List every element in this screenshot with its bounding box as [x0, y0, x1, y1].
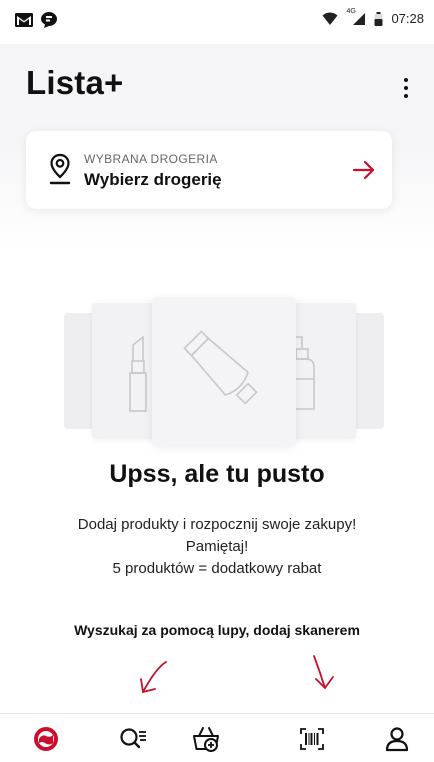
nav-home[interactable]: [31, 724, 61, 754]
arrow-down-icon: [313, 655, 334, 689]
chat-notification-icon: [41, 12, 57, 28]
nav-scanner[interactable]: [297, 724, 327, 754]
arrow-down-left-icon: [140, 661, 167, 693]
barcode-scanner-icon: [300, 728, 324, 750]
location-pin-icon: [49, 153, 71, 185]
app-header: Lista+: [0, 44, 434, 132]
empty-state-description: Dodaj produkty i rozpocznij swoje zakupy…: [0, 514, 434, 580]
store-selector-card[interactable]: WYBRANA DROGERIA Wybierz drogerię: [26, 131, 392, 209]
clock: 07:28: [391, 11, 424, 26]
empty-state-line: 5 produktów = dodatkowy rabat: [112, 560, 322, 577]
nav-search[interactable]: [118, 724, 148, 754]
profile-icon: [385, 727, 409, 752]
store-selector-caption: WYBRANA DROGERIA: [84, 152, 218, 166]
search-list-icon: [120, 728, 146, 749]
bottom-navigation: [0, 713, 434, 762]
arrow-right-icon: [352, 160, 375, 180]
gmail-icon: [15, 13, 33, 27]
empty-state-title: Upss, ale tu pusto: [109, 460, 325, 488]
empty-cart-illustration: [64, 297, 384, 445]
empty-state-line: Pamiętaj!: [185, 538, 249, 555]
nav-profile[interactable]: [382, 724, 412, 754]
cellular-signal-icon: 4G: [346, 8, 366, 26]
brand-logo-icon: [34, 727, 58, 751]
battery-icon: [374, 11, 383, 26]
cream-tube-icon: [183, 330, 258, 405]
basket-add-icon: [193, 727, 219, 752]
wifi-icon: [322, 12, 338, 25]
empty-state-line: Dodaj produkty i rozpocznij swoje zakupy…: [77, 516, 357, 533]
more-vertical-icon: [404, 78, 408, 82]
nav-basket[interactable]: [191, 724, 221, 754]
status-bar: 4G 07:28: [0, 0, 434, 44]
more-options-button[interactable]: [394, 72, 418, 104]
search-scan-hint: Wyszukaj za pomocą lupy, dodaj skanerem: [74, 622, 360, 638]
page-title: Lista+: [26, 64, 124, 101]
store-selector-value: Wybierz drogerię: [84, 170, 222, 189]
